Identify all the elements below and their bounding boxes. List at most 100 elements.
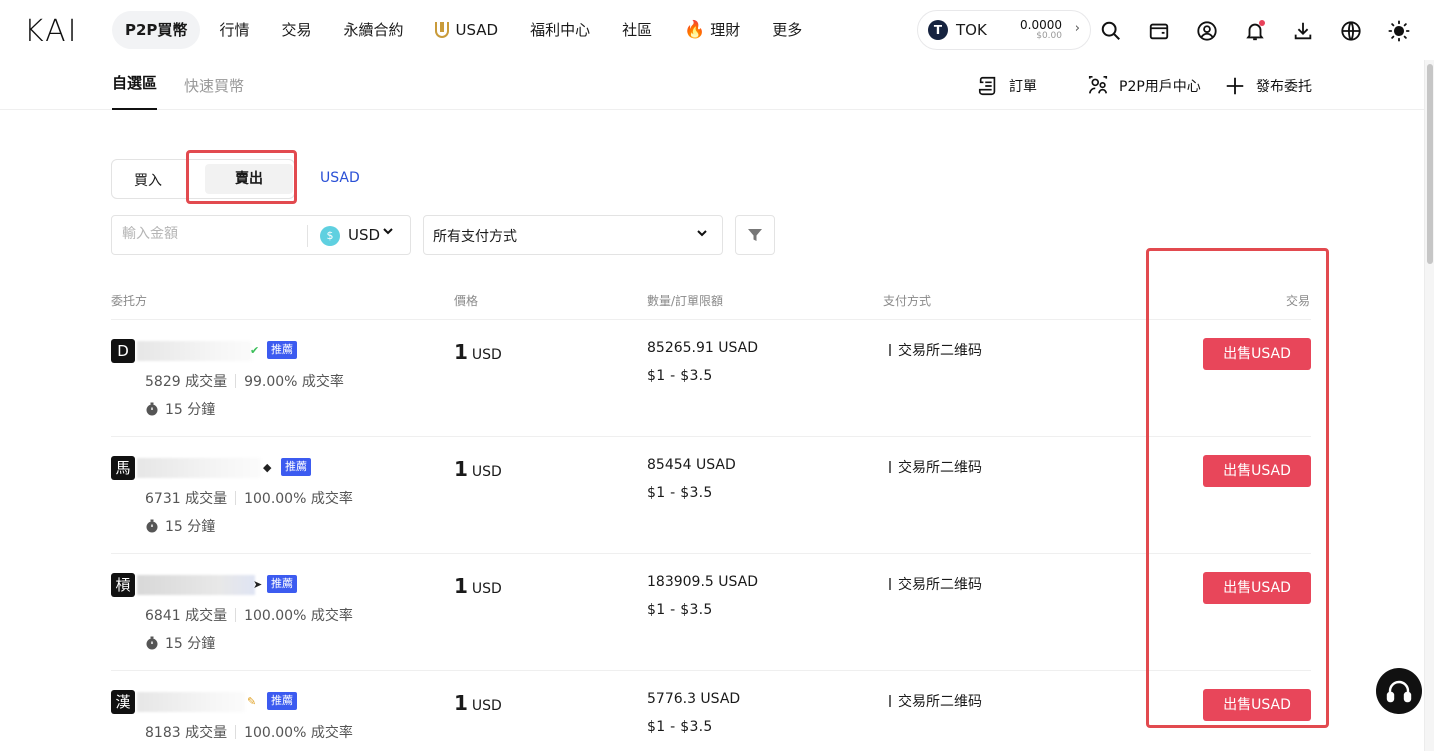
download-icon[interactable] [1290,18,1316,44]
sub-nav: 自選區 快速買幣 訂單 P2P用戶中心 發布委托 [0,60,1424,110]
payment-method-value: 所有支付方式 [433,229,517,245]
recommended-badge: 推薦 [267,341,297,359]
avatar[interactable]: 槓 [111,573,135,597]
usad-logo-icon [435,22,450,38]
order-limit: $1 - $3.5 [647,368,713,384]
amount-input[interactable] [122,226,302,242]
table-row: D ✔ 推薦 5829 成交量 99.00% 成交率 15 分鐘 1 USD 852… [111,319,1311,436]
payment-method: 交易所二维码 [889,574,982,594]
avatar[interactable]: D [111,339,135,363]
stopwatch-icon [146,519,158,533]
chevron-down-icon[interactable] [382,225,394,241]
tab-quick-buy[interactable]: 快速買幣 [184,75,244,96]
unit-price: 1 USD [454,691,502,715]
payment-method-select[interactable]: 所有支付方式 [423,215,723,255]
plus-icon [1226,77,1244,95]
stopwatch-icon [146,636,158,650]
action-column-highlight [1146,248,1329,728]
advertiser-stats: 8183 成交量 100.00% 成交率 [145,725,353,741]
advertiser-name-redacted[interactable] [137,458,261,478]
payment-method: 交易所二维码 [889,340,982,360]
advertiser-name-redacted[interactable] [137,341,252,361]
unread-dot [1259,20,1265,26]
stopwatch-icon [146,402,158,416]
recommended-badge: 推薦 [281,458,311,476]
header-advertiser: 委托方 [111,294,148,308]
customer-support-headset-icon[interactable] [1376,668,1422,714]
green-check-icon: ✔ [250,344,260,357]
chevron-right-icon: › [1074,21,1080,36]
top-nav: KAI P2P買幣 行情 交易 永續合約 USAD 福利中心 社區 🔥 理財 更多… [0,0,1434,60]
order-limit: $1 - $3.5 [647,719,713,735]
order-limit: $1 - $3.5 [647,602,713,618]
nav-community[interactable]: 社區 [609,11,665,49]
order-scroll-icon [978,76,996,96]
nav-rewards[interactable]: 福利中心 [517,11,603,49]
table-row: 馬 ◆ 推薦 6731 成交量 100.00% 成交率 15 分鐘 1 USD 85… [111,436,1311,553]
token-value: 0.0000 [1020,18,1062,32]
recommended-badge: 推薦 [267,575,297,593]
token-balance-pill[interactable]: T TOK 0.0000 $0.00 › [917,10,1091,50]
available-quantity: 5776.3 USAD [647,691,741,707]
nav-perpetual[interactable]: 永續合約 [330,11,416,49]
fire-icon: 🔥 [684,20,706,40]
available-quantity: 183909.5 USAD [647,574,759,590]
table-row: 漢 ✎ 推薦 8183 成交量 100.00% 成交率 1 USD 5776.3 U… [111,670,1311,751]
available-quantity: 85454 USAD [647,457,736,473]
tab-watchlist[interactable]: 自選區 [112,72,158,110]
advertiser-stats: 5829 成交量 99.00% 成交率 [145,374,344,390]
dollar-coin-icon: $ [320,226,340,246]
advertiser-name-redacted[interactable] [137,575,255,595]
payment-method: 交易所二维码 [889,691,982,711]
nav-trade[interactable]: 交易 [268,11,324,49]
header-qty-limit: 數量/訂單限額 [647,294,724,308]
users-icon [1088,76,1108,94]
nav-earn[interactable]: 🔥 理財 [671,11,753,49]
nav-p2p[interactable]: P2P買幣 [112,11,201,49]
payment-time: 15 分鐘 [145,399,215,419]
gold-badge-icon: ✎ [247,695,257,708]
sell-tab-highlight [186,150,297,204]
coin-selector-usad[interactable]: USAD [320,170,360,186]
search-icon[interactable] [1098,18,1124,44]
token-logo-icon: T [928,20,948,40]
nav-more[interactable]: 更多 [759,11,815,49]
chevron-down-icon [696,227,708,243]
token-symbol: TOK [956,21,987,39]
language-globe-icon[interactable] [1338,18,1364,44]
advertiser-name-redacted[interactable] [137,692,245,712]
orders-link[interactable]: 訂單 [977,75,1037,97]
unit-price: 1 USD [454,340,502,364]
header-price: 價格 [454,294,479,308]
p2p-user-center-link[interactable]: P2P用戶中心 [1087,75,1201,97]
diamond-icon: ◆ [263,461,272,474]
token-fiat-value: $0.00 [1036,31,1062,41]
payment-time: 15 分鐘 [145,516,215,536]
available-quantity: 85265.91 USAD [647,340,759,356]
payment-method: 交易所二维码 [889,457,982,477]
funnel-icon [748,229,762,241]
buy-tab[interactable]: 買入 [134,170,162,190]
account-icon[interactable] [1194,18,1220,44]
scrollbar-thumb[interactable] [1427,64,1433,264]
post-ad-button[interactable]: 發布委托 [1224,75,1312,97]
divider [307,225,308,247]
order-limit: $1 - $3.5 [647,485,713,501]
table-row: 槓 ➤ 推薦 6841 成交量 100.00% 成交率 15 分鐘 1 USD 18… [111,553,1311,670]
nav-usad[interactable]: USAD [422,11,511,49]
advertiser-stats: 6841 成交量 100.00% 成交率 [145,608,353,624]
avatar[interactable]: 漢 [111,690,135,714]
wallet-icon[interactable] [1146,18,1172,44]
brand-logo[interactable]: KAI [24,14,79,49]
notification-bell-icon[interactable] [1242,18,1268,44]
payment-time: 15 分鐘 [145,633,215,653]
nav-markets[interactable]: 行情 [206,11,262,49]
unit-price: 1 USD [454,574,502,598]
currency-select[interactable]: USD [348,226,380,244]
avatar[interactable]: 馬 [111,456,135,480]
filter-button[interactable] [735,215,775,255]
unit-price: 1 USD [454,457,502,481]
page-scrollbar[interactable] [1424,60,1434,751]
header-payment: 支付方式 [883,294,932,308]
theme-sun-icon[interactable] [1386,18,1412,44]
